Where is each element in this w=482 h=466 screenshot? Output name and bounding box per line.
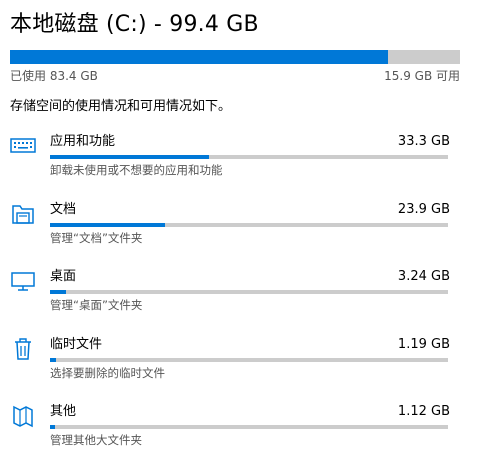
category-usage-fill xyxy=(50,290,66,294)
category-name: 应用和功能 xyxy=(50,134,116,149)
category-usage-fill xyxy=(50,155,210,159)
category-documents[interactable]: 文档 23.9 GB 管理“文档”文件夹 xyxy=(10,201,482,269)
storage-usage-page: 本地磁盘 (C:) - 99.4 GB 已使用 83.4 GB 15.9 GB … xyxy=(0,0,482,466)
category-usage-bar xyxy=(50,155,448,159)
documents-icon xyxy=(10,201,36,227)
category-apps[interactable]: 应用和功能 33.3 GB 卸载未使用或不想要的应用和功能 xyxy=(10,133,482,201)
category-description: 管理其他大文件夹 xyxy=(50,433,142,447)
category-name: 临时文件 xyxy=(50,336,103,352)
category-size: 23.9 GB xyxy=(397,201,450,217)
intro-text: 存储空间的使用情况和可用情况如下。 xyxy=(10,99,232,114)
category-description: 选择要删除的临时文件 xyxy=(50,365,165,380)
monitor-icon xyxy=(10,268,36,294)
category-name: 桌面 xyxy=(50,269,77,284)
category-desktop[interactable]: 桌面 3.24 GB 管理“桌面”文件夹 xyxy=(10,268,482,336)
category-usage-fill xyxy=(50,357,56,362)
category-usage-bar xyxy=(50,290,448,294)
category-name: 其他 xyxy=(50,404,77,419)
category-size: 1.12 GB xyxy=(397,404,450,419)
category-size: 3.24 GB xyxy=(397,269,450,284)
free-space-label: 15.9 GB 可用 xyxy=(384,69,460,83)
category-usage-fill xyxy=(50,222,166,227)
keyboard-icon xyxy=(10,133,36,159)
drive-usage-legend: 已使用 83.4 GB 15.9 GB 可用 xyxy=(10,68,460,84)
page-title: 本地磁盘 (C:) - 99.4 GB xyxy=(10,12,259,37)
trash-icon xyxy=(10,336,36,362)
category-usage-fill xyxy=(50,425,56,429)
category-size: 33.3 GB xyxy=(397,134,450,149)
category-usage-bar xyxy=(50,222,448,227)
category-description: 管理“文档”文件夹 xyxy=(50,230,143,245)
category-usage-bar xyxy=(50,357,448,362)
category-name: 文档 xyxy=(50,201,77,217)
used-space-label: 已使用 83.4 GB xyxy=(10,69,98,83)
category-description: 管理“桌面”文件夹 xyxy=(50,298,143,312)
category-description: 卸载未使用或不想要的应用和功能 xyxy=(50,163,223,177)
category-other[interactable]: 其他 1.12 GB 管理其他大文件夹 xyxy=(10,403,482,466)
category-list: 应用和功能 33.3 GB 卸载未使用或不想要的应用和功能 文档 23.9 GB… xyxy=(10,133,482,466)
drive-usage-fill xyxy=(10,50,388,64)
drive-usage-bar xyxy=(10,50,460,64)
category-temp-files[interactable]: 临时文件 1.19 GB 选择要删除的临时文件 xyxy=(10,336,482,404)
map-icon xyxy=(10,403,36,429)
category-size: 1.19 GB xyxy=(397,336,450,352)
category-usage-bar xyxy=(50,425,448,429)
